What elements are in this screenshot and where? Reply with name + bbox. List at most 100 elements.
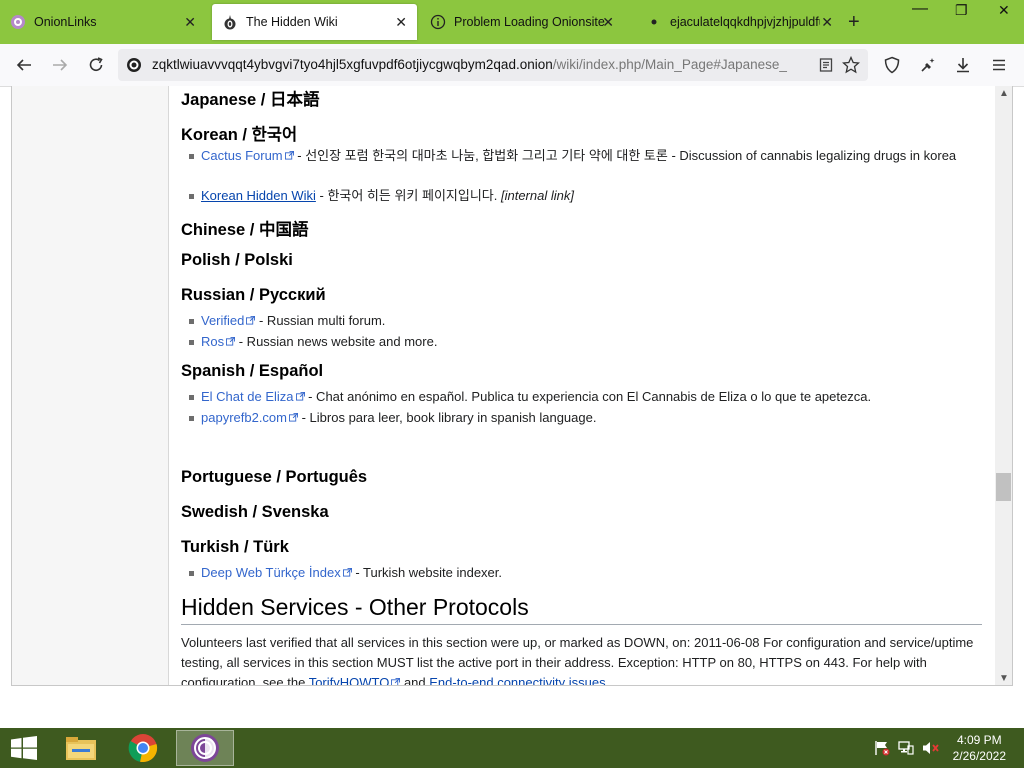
network-icon[interactable] xyxy=(898,740,914,761)
chrome-icon xyxy=(128,734,158,763)
external-link-deep-web-turkce-index[interactable]: Deep Web Türkçe İndex xyxy=(201,565,352,580)
heading-swedish: Swedish / Svenska xyxy=(181,503,329,521)
bookmark-star-icon[interactable] xyxy=(841,55,861,79)
reload-button[interactable] xyxy=(85,54,107,76)
tor-onion-icon xyxy=(222,14,238,30)
bullet xyxy=(189,154,194,159)
tab-close-icon[interactable]: ✕ xyxy=(395,14,407,30)
windows-taskbar: 4:09 PM 2/26/2022 xyxy=(0,728,1024,768)
external-link-ros[interactable]: Ros xyxy=(201,334,236,349)
reader-view-icon[interactable] xyxy=(818,57,834,78)
onion-site-icon xyxy=(126,57,142,78)
download-icon xyxy=(957,58,969,73)
external-link-icon xyxy=(226,337,236,346)
external-link-icon xyxy=(284,151,294,160)
taskbar-file-explorer[interactable] xyxy=(52,730,110,766)
volume-muted-icon[interactable] xyxy=(922,740,940,761)
item-description: - Russian multi forum. xyxy=(255,313,386,328)
link-end-to-end-connectivity[interactable]: End-to-end connectivity issues xyxy=(429,675,605,685)
forward-button[interactable] xyxy=(49,54,71,76)
window-close-button[interactable]: ✕ xyxy=(998,2,1010,19)
action-center-flag-icon[interactable] xyxy=(874,740,890,761)
tab-problem-loading[interactable]: Problem Loading Onionsite ✕ xyxy=(420,4,630,40)
external-link-papyrefb2[interactable]: papyrefb2.com xyxy=(201,410,298,425)
tab-onionlinks[interactable]: OnionLinks ✕ xyxy=(0,4,210,40)
item-description: - 선인장 포럼 한국의 대마초 나눔, 합법화 그리고 기타 약에 대한 토론… xyxy=(293,148,957,163)
shield-button[interactable] xyxy=(881,54,903,76)
internal-link-korean-hidden-wiki[interactable]: Korean Hidden Wiki xyxy=(201,188,316,203)
page-viewport: Japanese / 日本語 Korean / 한국어 Cactus Forum… xyxy=(11,86,1013,686)
new-tab-button[interactable]: + xyxy=(848,12,860,32)
url-path: /wiki/index.php/Main_Page#Japanese_ xyxy=(552,57,787,72)
new-identity-button[interactable] xyxy=(917,54,939,76)
internal-link-note: [internal link] xyxy=(500,188,574,203)
item-description: - Chat anónimo en español. Publica tu ex… xyxy=(304,389,872,404)
back-button[interactable] xyxy=(13,54,35,76)
tab-title: The Hidden Wiki xyxy=(246,15,338,29)
external-link-icon xyxy=(295,392,305,401)
shield-icon xyxy=(884,56,900,74)
external-link-icon xyxy=(289,413,298,422)
tab-ejaculate[interactable]: ejaculatelqqkdhpjvjzhjpuldfu ✕ xyxy=(636,4,841,40)
section-heading-other-protocols: Hidden Services - Other Protocols xyxy=(181,594,982,625)
bullet xyxy=(189,571,194,576)
url-host: zqktlwiuavvvqqt4ybvgvi7tyo4hjl5xgfuvpdf6… xyxy=(152,57,553,72)
broom-sparkle-icon xyxy=(921,58,935,72)
heading-japanese: Japanese / 日本語 xyxy=(181,91,320,109)
external-link-verified[interactable]: Verified xyxy=(201,313,256,328)
tab-close-icon[interactable]: ✕ xyxy=(821,14,833,30)
clock-date: 2/26/2022 xyxy=(952,749,1006,763)
url-text: zqktlwiuavvvqqt4ybvgvi7tyo4hjl5xgfuvpdf6… xyxy=(152,57,802,72)
minimize-button[interactable]: — xyxy=(912,0,928,18)
list-item: Deep Web Türkçe İndex - Turkish website … xyxy=(189,563,961,582)
external-link-cactus-forum[interactable]: Cactus Forum xyxy=(201,148,294,163)
wiki-sidebar xyxy=(12,86,169,685)
list-item: Cactus Forum - 선인장 포럼 한국의 대마초 나눔, 합법화 그리… xyxy=(189,146,961,165)
item-description: - Libros para leer, book library in span… xyxy=(298,410,597,425)
scrollbar-thumb[interactable] xyxy=(996,473,1011,501)
item-description: - Russian news website and more. xyxy=(235,334,438,349)
external-link-icon xyxy=(391,678,401,685)
tab-title: ejaculatelqqkdhpjvjzhjpuldfu xyxy=(670,15,820,29)
tab-title: OnionLinks xyxy=(34,15,97,29)
external-link-el-chat-de-eliza[interactable]: El Chat de Eliza xyxy=(201,389,305,404)
folder-icon xyxy=(66,737,96,760)
heading-russian: Russian / Русский xyxy=(181,286,326,304)
onion-icon xyxy=(10,14,26,30)
link-torifyhowto[interactable]: TorifyHOWTO xyxy=(309,675,401,685)
navigation-toolbar: zqktlwiuavvvqqt4ybvgvi7tyo4hjl5xgfuvpdf6… xyxy=(0,44,1024,87)
bullet xyxy=(189,416,194,421)
heading-turkish: Turkish / Türk xyxy=(181,538,289,556)
tab-close-icon[interactable]: ✕ xyxy=(184,14,196,30)
status-area xyxy=(0,686,1024,728)
bullet xyxy=(189,194,194,199)
heading-spanish: Spanish / Español xyxy=(181,362,324,380)
tab-strip: OnionLinks ✕ The Hidden Wiki ✕ Problem L… xyxy=(0,0,1024,44)
list-item: Ros - Russian news website and more. xyxy=(189,332,961,351)
list-item: Verified - Russian multi forum. xyxy=(189,311,961,330)
heading-chinese: Chinese / 中国語 xyxy=(181,221,309,239)
item-description: - 한국어 히든 위키 페이지입니다. xyxy=(315,188,501,203)
loading-dot-icon xyxy=(646,14,662,30)
windows-start-button[interactable] xyxy=(10,736,38,765)
tab-close-icon[interactable]: ✕ xyxy=(602,14,614,30)
bullet xyxy=(189,340,194,345)
address-bar[interactable]: zqktlwiuavvvqqt4ybvgvi7tyo4hjl5xgfuvpdf6… xyxy=(118,49,868,81)
section-paragraph: Volunteers last verified that all servic… xyxy=(181,633,981,685)
restore-button[interactable]: ❐ xyxy=(955,2,968,19)
vertical-scrollbar[interactable]: ▲ ▼ xyxy=(995,86,1012,685)
hamburger-menu-icon xyxy=(993,59,1005,71)
list-item: El Chat de Eliza - Chat anónimo en españ… xyxy=(189,387,961,406)
menu-button[interactable] xyxy=(988,54,1010,76)
tab-hidden-wiki[interactable]: The Hidden Wiki ✕ xyxy=(212,4,417,40)
taskbar-tor-browser[interactable] xyxy=(176,730,234,766)
tor-browser-icon xyxy=(191,734,219,762)
downloads-button[interactable] xyxy=(952,54,974,76)
list-item: Korean Hidden Wiki - 한국어 히든 위키 페이지입니다. [… xyxy=(189,186,961,205)
scroll-up-arrow-icon[interactable]: ▲ xyxy=(999,88,1009,99)
system-clock[interactable]: 4:09 PM 2/26/2022 xyxy=(953,732,1006,764)
taskbar-chrome[interactable] xyxy=(114,730,172,766)
windows-logo-icon xyxy=(11,736,37,760)
tab-title: Problem Loading Onionsite xyxy=(454,15,605,29)
scroll-down-arrow-icon[interactable]: ▼ xyxy=(999,673,1009,684)
